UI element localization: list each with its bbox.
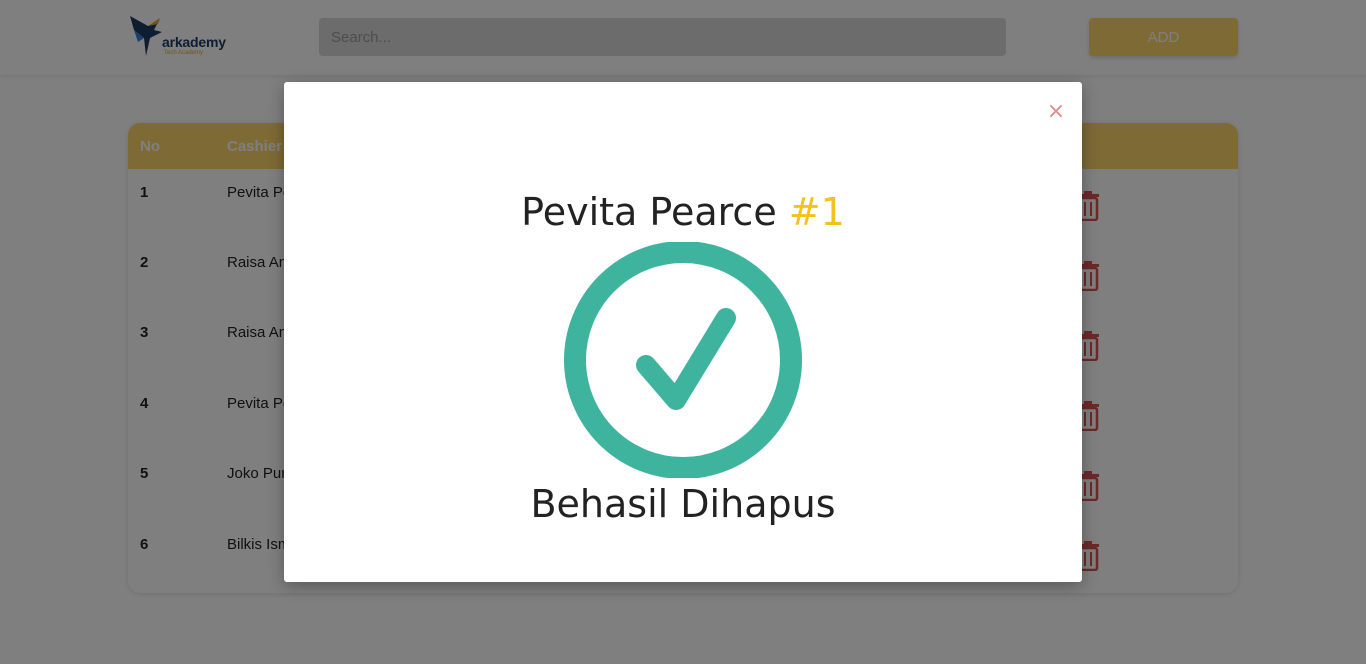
cashier-id: #1 (788, 190, 845, 234)
check-circle-icon (564, 242, 802, 478)
close-button[interactable]: × (1046, 101, 1066, 123)
modal-title: Pevita Pearce #1 (284, 190, 1082, 234)
success-message: Behasil Dihapus (530, 482, 836, 526)
cashier-name: Pevita Pearce (521, 190, 777, 234)
delete-success-modal: × Pevita Pearce #1 Behasil Dihapus (284, 82, 1082, 582)
